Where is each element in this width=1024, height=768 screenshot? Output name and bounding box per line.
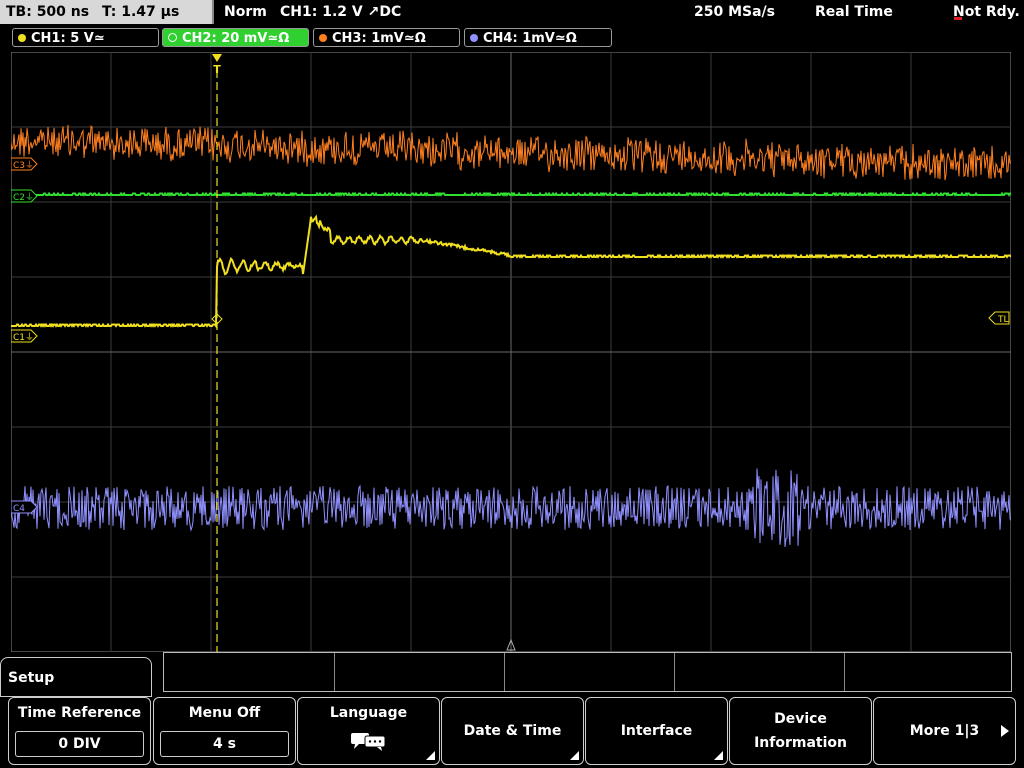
trigger-status: Not Rdy. xyxy=(953,4,1020,20)
info-cell xyxy=(504,653,675,691)
submenu-corner-icon xyxy=(426,751,435,760)
trigger-mode: Norm xyxy=(224,4,267,20)
ch1-color-dot xyxy=(18,34,26,42)
device-information-label: Device Information xyxy=(754,711,847,751)
menu-title: Setup xyxy=(0,657,152,697)
device-information-softkey[interactable]: Device Information xyxy=(729,697,872,765)
info-cell xyxy=(164,653,335,691)
date-time-label: Date & Time xyxy=(463,723,562,739)
ch2-marker-label: C2⏚ xyxy=(13,192,34,203)
channel-tab-ch4[interactable]: CH4: 1mV≃Ω xyxy=(464,28,612,47)
time-reference-label: Time Reference xyxy=(17,705,142,721)
submenu-corner-icon xyxy=(570,751,579,760)
next-page-arrow-icon xyxy=(1001,725,1009,737)
language-label: Language xyxy=(329,705,408,721)
menu-off-label: Menu Off xyxy=(188,705,261,721)
sample-rate: 250 MSa/s xyxy=(694,4,776,20)
ch1-offset-marker[interactable]: C1⏚ xyxy=(11,329,38,343)
date-time-softkey[interactable]: Date & Time xyxy=(441,697,584,765)
more-softkey[interactable]: More 1|3 xyxy=(873,697,1016,765)
ch3-label: CH3: 1mV≃Ω xyxy=(332,31,426,46)
menu-off-softkey[interactable]: Menu Off 4 s xyxy=(153,697,296,765)
ch2-color-dot xyxy=(168,33,177,42)
submenu-corner-icon xyxy=(714,751,723,760)
language-softkey[interactable]: Language xyxy=(297,697,440,765)
acquisition-mode: Real Time xyxy=(815,4,893,20)
more-label: More 1|3 xyxy=(909,723,980,739)
info-cell xyxy=(674,653,845,691)
ch3-color-dot xyxy=(319,34,327,42)
timebase-box[interactable]: TB: 500 ns T: 1.47 µs xyxy=(0,0,214,24)
ch1-marker-label: C1⏚ xyxy=(13,332,34,343)
ch4-color-dot xyxy=(470,34,478,42)
trigger-setting: CH1: 1.2 V ↗DC xyxy=(280,4,402,20)
timebase-readout: TB: 500 ns xyxy=(6,4,90,20)
trigger-position-readout: T: 1.47 µs xyxy=(101,4,180,20)
interface-softkey[interactable]: Interface xyxy=(585,697,728,765)
info-strip xyxy=(163,652,1012,692)
status-bar: TB: 500 ns T: 1.47 µs Norm CH1: 1.2 V ↗D… xyxy=(0,0,1024,26)
menu-off-value: 4 s xyxy=(160,731,289,757)
ch3-offset-marker[interactable]: C3⏚ xyxy=(11,157,38,171)
trigger-marker-label: T xyxy=(213,63,221,76)
channel-tab-ch2[interactable]: CH2: 20 mV≃Ω xyxy=(162,28,309,47)
channel-tab-ch1[interactable]: CH1: 5 V≃ xyxy=(12,28,159,47)
time-reference-value: 0 DIV xyxy=(15,731,144,757)
ch3-marker-label: C3⏚ xyxy=(13,160,34,171)
ch4-label: CH4: 1mV≃Ω xyxy=(483,31,577,46)
trigger-level-label: TL xyxy=(997,315,1009,325)
speech-bubbles-icon xyxy=(351,733,386,751)
channel-tab-ch3[interactable]: CH3: 1mV≃Ω xyxy=(313,28,460,47)
ch2-offset-marker[interactable]: C2⏚ xyxy=(11,189,38,203)
interface-label: Interface xyxy=(620,723,693,739)
status-indicator xyxy=(954,17,962,20)
info-cell xyxy=(334,653,505,691)
waveform-display[interactable]: T C3⏚ C2⏚ C1⏚ C4 TL xyxy=(11,52,1011,652)
time-reference-softkey[interactable]: Time Reference 0 DIV xyxy=(8,697,151,765)
ch4-marker-label: C4 xyxy=(13,504,25,514)
ch1-label: CH1: 5 V≃ xyxy=(31,31,105,46)
ch2-label: CH2: 20 mV≃Ω xyxy=(182,31,290,46)
